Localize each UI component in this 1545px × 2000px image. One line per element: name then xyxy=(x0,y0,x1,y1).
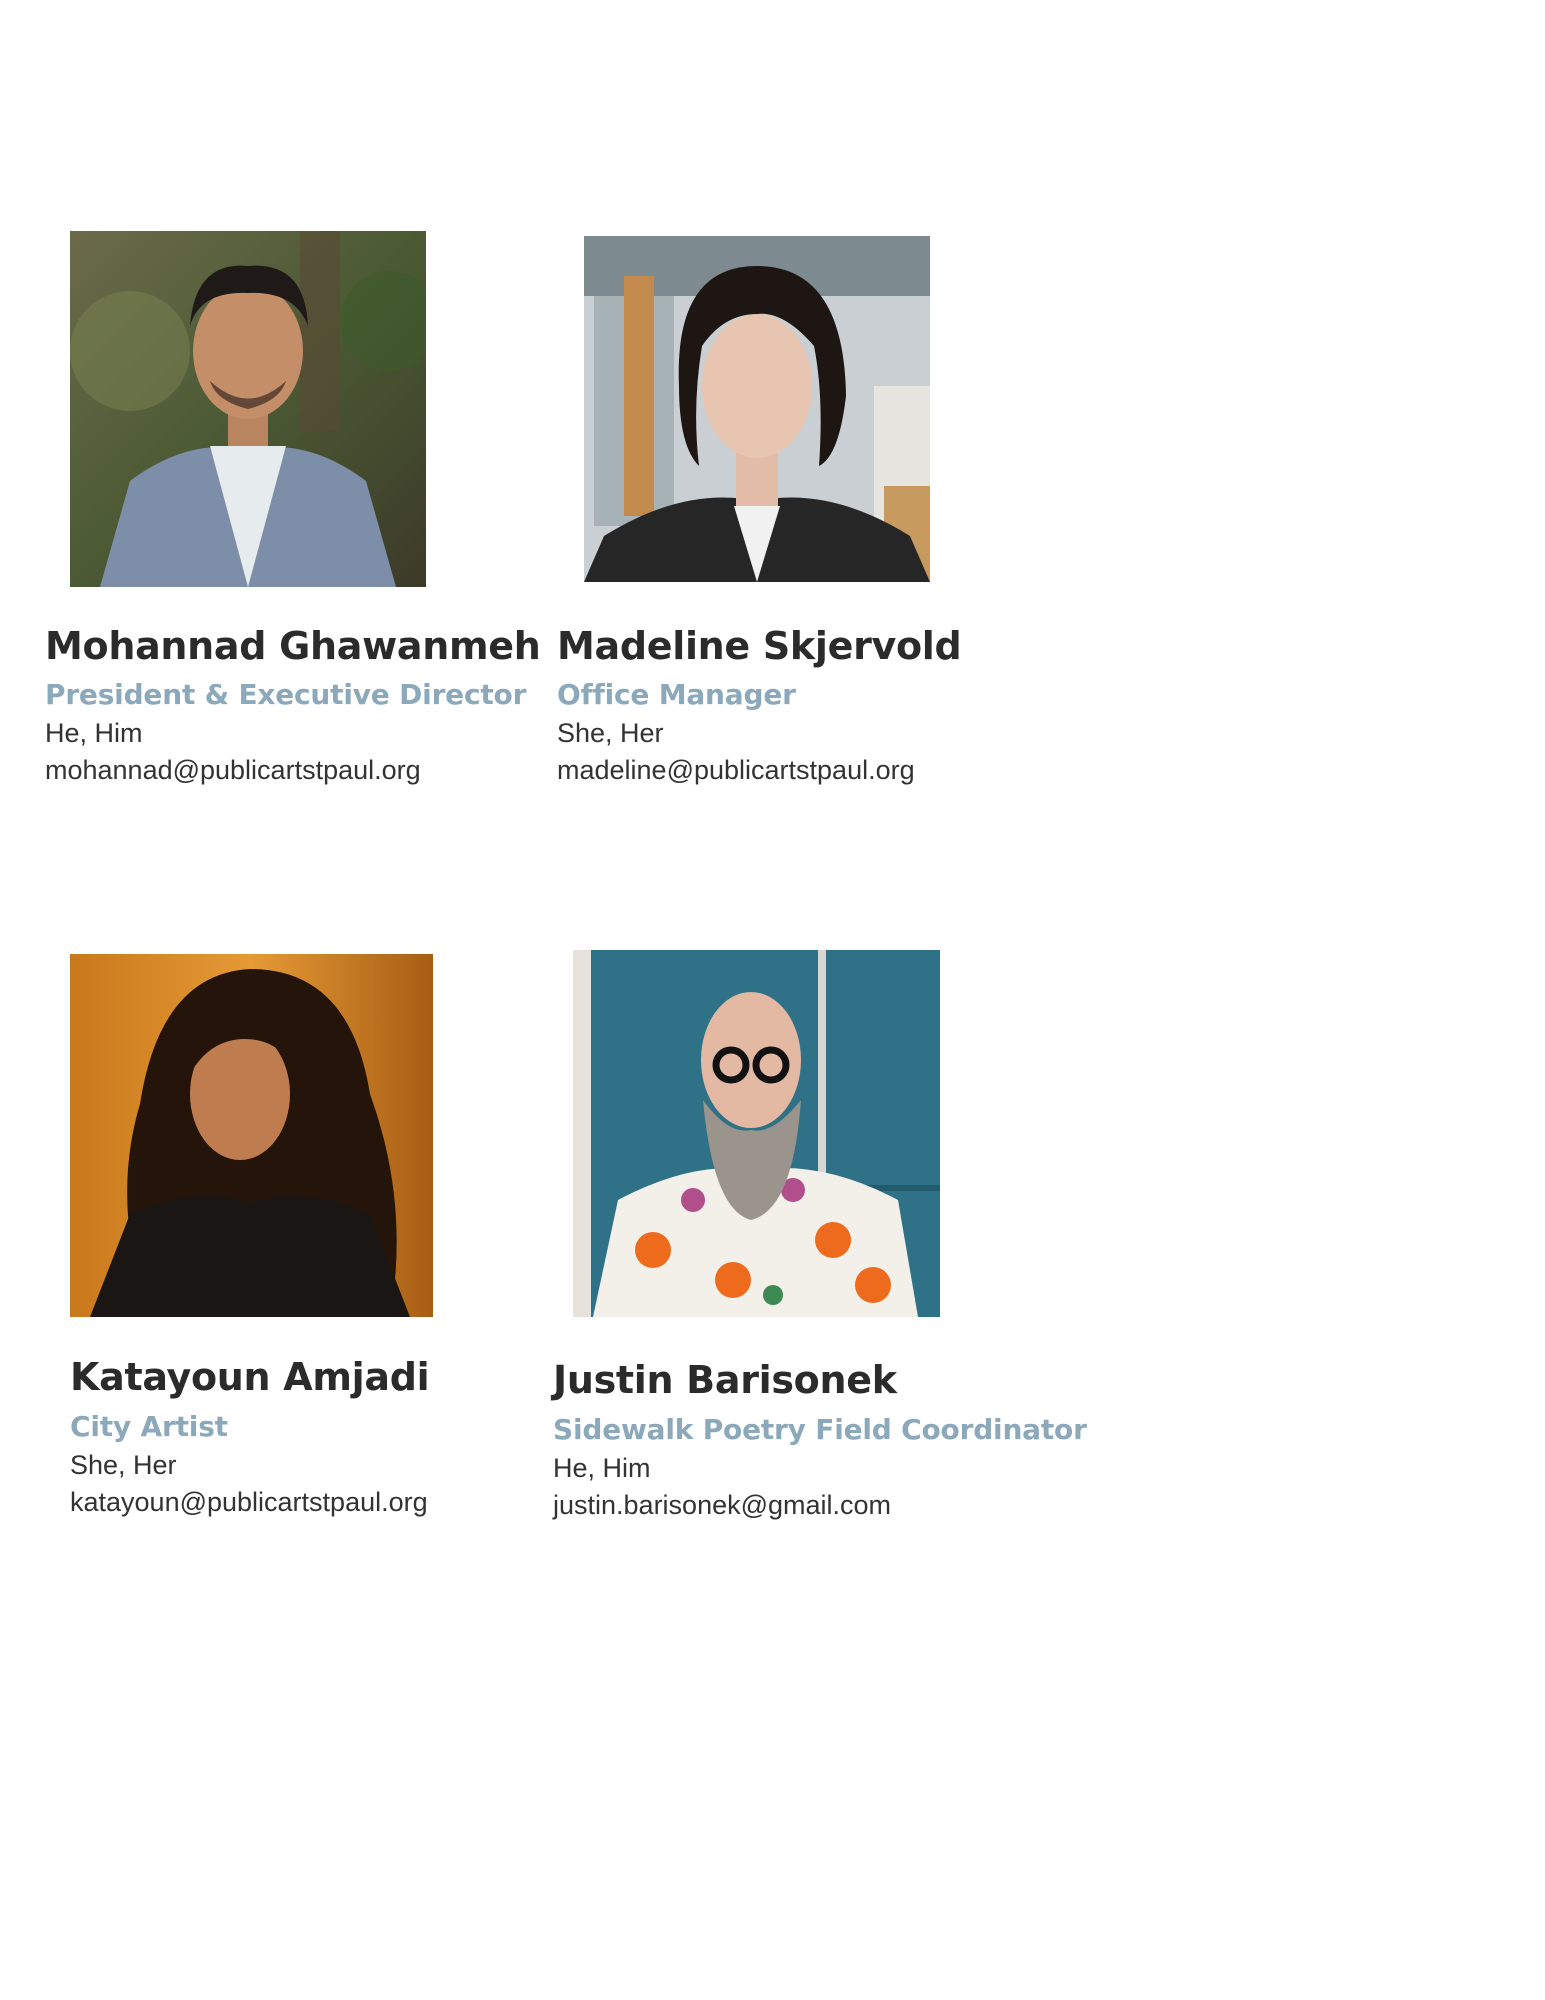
staff-pronouns: She, Her xyxy=(557,718,664,748)
staff-email[interactable]: katayoun@publicartstpaul.org xyxy=(70,1487,428,1518)
person-portrait-icon xyxy=(573,950,940,1317)
staff-pronouns: He, Him xyxy=(553,1453,651,1483)
staff-email[interactable]: mohannad@publicartstpaul.org xyxy=(45,755,421,786)
person-portrait-icon xyxy=(70,231,426,587)
person-portrait-icon xyxy=(70,954,433,1317)
staff-pronouns: He, Him xyxy=(45,718,143,748)
staff-photo-justin xyxy=(573,950,940,1317)
staff-role: President & Executive Director xyxy=(45,678,527,711)
staff-photo-katayoun xyxy=(70,954,433,1317)
staff-role: City Artist xyxy=(70,1410,228,1443)
person-portrait-icon xyxy=(584,236,930,582)
staff-name: Justin Barisonek xyxy=(553,1358,897,1402)
staff-role: Sidewalk Poetry Field Coordinator xyxy=(553,1413,1087,1446)
staff-email[interactable]: madeline@publicartstpaul.org xyxy=(557,755,915,786)
staff-name: Madeline Skjervold xyxy=(557,624,962,668)
staff-role: Office Manager xyxy=(557,678,796,711)
staff-pronouns: She, Her xyxy=(70,1450,177,1480)
staff-photo-mohannad xyxy=(70,231,426,587)
staff-photo-madeline xyxy=(584,236,930,582)
staff-name: Mohannad Ghawanmeh xyxy=(45,624,541,668)
staff-name: Katayoun Amjadi xyxy=(70,1355,430,1399)
staff-email[interactable]: justin.barisonek@gmail.com xyxy=(553,1490,891,1521)
